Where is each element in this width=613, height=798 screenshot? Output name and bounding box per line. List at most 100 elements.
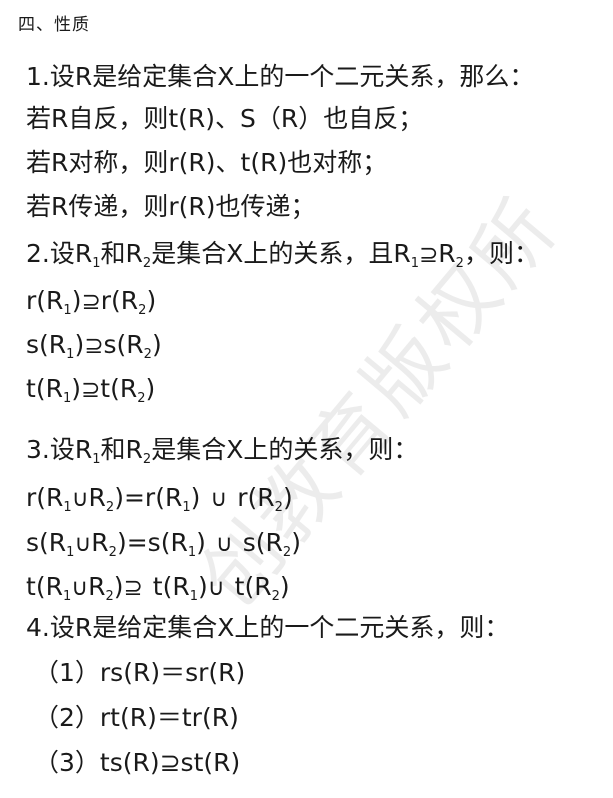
item2-end-text: ，则： [463, 239, 539, 268]
union-symbol: ∪ [74, 531, 92, 557]
item3-formula-r: r(R1∪R2)=r(R1) ∪ r(R2) [26, 483, 293, 515]
closure-op: t [100, 374, 111, 403]
subscript-1: 1 [92, 256, 101, 271]
subscript-2: 2 [455, 256, 464, 271]
item4-intro: 4.设R是给定集合X上的一个二元关系，则： [26, 613, 510, 642]
closure-op: r [26, 483, 37, 512]
subscript-2: 2 [282, 545, 292, 560]
closure-op: r [100, 286, 112, 315]
item2-middle-text: 是集合X上的关系，且 [151, 239, 394, 268]
r-symbol: R [170, 528, 188, 557]
closure-op: t [152, 572, 163, 601]
item1-transitive: 若R传递，则r(R)也传递； [26, 192, 316, 221]
subscript-2: 2 [274, 500, 283, 515]
r-symbol: R [120, 286, 139, 315]
item2-intro: 2.设R1和R2是集合X上的关系，且R1⊇R2，则： [26, 237, 539, 272]
subscript-1: 1 [189, 589, 199, 604]
subscript-2: 2 [137, 391, 146, 406]
subscript-2: 2 [108, 545, 117, 560]
item3-formula-s: s(R1∪R2)=s(R1) ∪ s(R2) [26, 528, 301, 560]
item1-intro: 1.设R是给定集合X上的一个二元关系，那么： [26, 62, 535, 91]
subscript-2: 2 [143, 347, 152, 362]
r-symbol: R [172, 572, 190, 601]
item2-formula-t: t(R1)⊇t(R2) [26, 374, 156, 406]
subscript-1: 1 [92, 452, 101, 467]
page: 四、性质 1.设R是给定集合X上的一个二元关系，那么： 若R自反，则t(R)、S… [0, 0, 613, 798]
item2-formula-r: r(R1)⊇r(R2) [26, 286, 157, 318]
subscript-2: 2 [138, 303, 147, 318]
closure-op: s [147, 528, 161, 557]
union-symbol: ∪ [215, 531, 233, 557]
superset-symbol: ⊇ [84, 333, 104, 359]
union-symbol: ∪ [71, 486, 89, 512]
r-symbol: R [74, 239, 93, 268]
closure-op: r [26, 286, 37, 315]
subscript-1: 1 [187, 545, 197, 560]
item3-formula-t: t(R1∪R2)⊇ t(R1)∪ t(R2) [26, 572, 290, 604]
item3-num: 3. [26, 435, 50, 464]
closure-op: t [234, 572, 245, 601]
r-symbol: R [125, 239, 143, 268]
r-symbol: R [45, 374, 63, 403]
section-heading: 四、性质 [18, 15, 90, 35]
subscript-2: 2 [105, 500, 115, 515]
r-symbol: R [265, 528, 283, 557]
item2-and-word: 和 [100, 239, 126, 268]
closure-op: r [144, 483, 156, 512]
r-symbol: R [119, 374, 138, 403]
closure-op: s [26, 330, 40, 359]
r-symbol: R [125, 435, 143, 464]
r-symbol: R [393, 239, 411, 268]
subscript-1: 1 [182, 500, 191, 515]
equals-symbol: = [123, 483, 145, 512]
item3-intro: 3.设R1和R2是集合X上的关系，则： [26, 433, 418, 467]
subscript-1: 1 [66, 347, 75, 362]
r-symbol: R [74, 435, 93, 464]
superset-symbol: ⊇ [81, 289, 101, 315]
subscript-2: 2 [271, 589, 280, 604]
r-symbol: R [91, 528, 109, 557]
closure-op: r [237, 483, 248, 512]
subscript-1: 1 [63, 500, 72, 515]
r-symbol: R [254, 572, 272, 601]
closure-op: t [26, 572, 36, 601]
r-symbol: R [48, 330, 67, 359]
r-symbol: R [126, 330, 144, 359]
superset-symbol: ⊇ [419, 242, 439, 268]
closure-op: t [26, 374, 36, 403]
item4-rule-1: （1）rs(R)＝sr(R) [34, 658, 246, 687]
superset-symbol: ⊇ [123, 575, 143, 601]
r-symbol: R [257, 483, 275, 512]
r-symbol: R [88, 483, 106, 512]
superset-symbol: ⊇ [81, 377, 101, 403]
subscript-2: 2 [142, 452, 152, 467]
subscript-1: 1 [410, 256, 419, 271]
item1-reflexive: 若R自反，则t(R)、S（R）也自反； [26, 104, 424, 133]
r-symbol: R [164, 483, 183, 512]
r-symbol: R [48, 528, 67, 557]
r-symbol: R [45, 572, 63, 601]
subscript-1: 1 [62, 391, 72, 406]
item2-set-word: 设 [49, 239, 75, 268]
item3-and-word: 和 [100, 435, 126, 464]
closure-op: s [26, 528, 40, 557]
equals-symbol: = [126, 528, 148, 557]
item3-set-word: 设 [49, 435, 75, 464]
union-symbol: ∪ [210, 486, 228, 512]
subscript-2: 2 [105, 589, 114, 604]
item2-num: 2. [26, 239, 50, 268]
closure-op: s [242, 528, 256, 557]
r-symbol: R [46, 483, 64, 512]
union-symbol: ∪ [71, 575, 89, 601]
item3-intro-rest: 是集合X上的关系，则： [151, 435, 419, 464]
r-symbol: R [438, 239, 456, 268]
subscript-2: 2 [142, 256, 152, 271]
subscript-1: 1 [62, 589, 72, 604]
subscript-1: 1 [63, 303, 72, 318]
closure-op: s [103, 330, 117, 359]
r-symbol: R [46, 286, 64, 315]
union-symbol: ∪ [207, 575, 225, 601]
item4-rule-2: （2）rt(R)＝tr(R) [34, 703, 239, 732]
item4-rule-3: （3）ts(R)⊇st(R) [34, 748, 241, 777]
item1-symmetric: 若R对称，则r(R)、t(R)也对称； [26, 148, 388, 177]
